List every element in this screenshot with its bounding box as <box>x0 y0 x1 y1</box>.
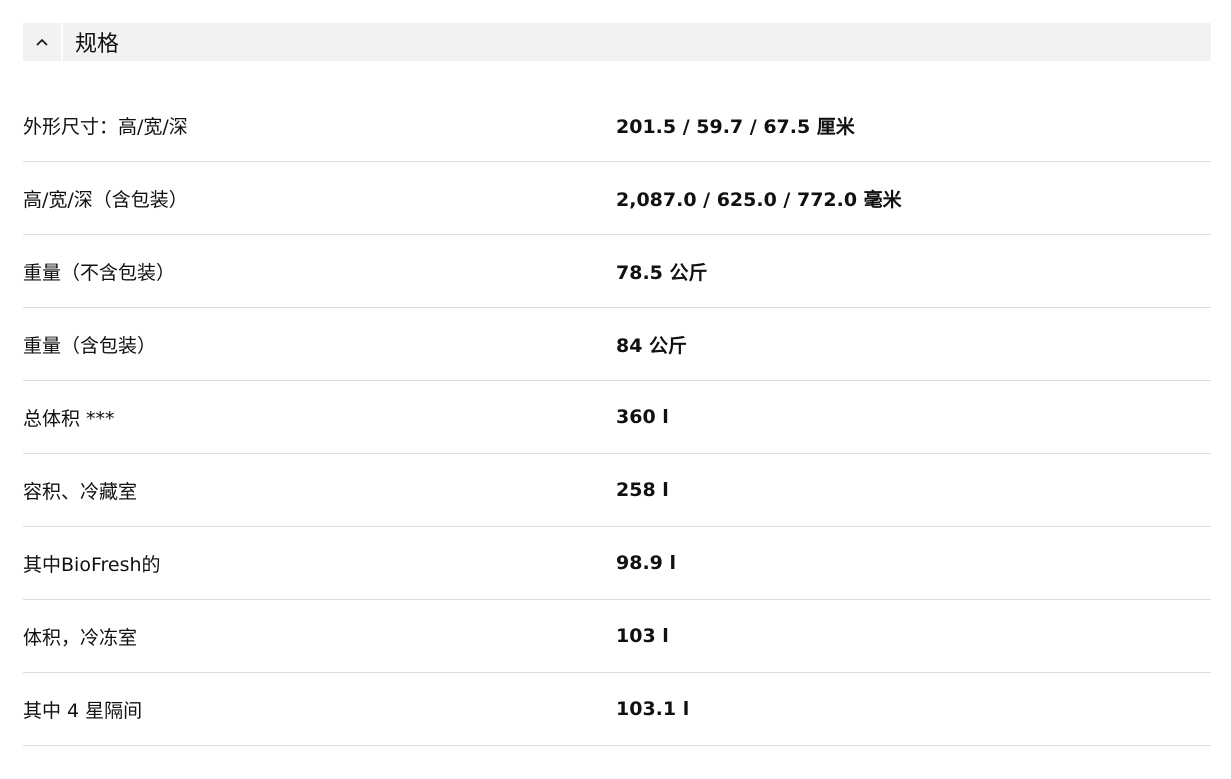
spec-value: 98.9 l <box>616 552 677 574</box>
spec-label: 体积，冷冻室 <box>23 626 138 649</box>
spec-row-dimensions: 外形尺寸：高/宽/深 201.5 / 59.7 / 67.5 厘米 <box>23 89 1211 162</box>
spec-label: 其中BioFresh的 <box>23 553 161 576</box>
spec-label: 容积、冷藏室 <box>23 480 138 503</box>
specifications-header-toggle[interactable]: 规格 <box>23 23 1211 61</box>
spec-label: 总体积 *** <box>23 407 115 430</box>
spec-row-packaged-dimensions: 高/宽/深（含包装） 2,087.0 / 625.0 / 772.0 毫米 <box>23 162 1211 235</box>
spec-list: 外形尺寸：高/宽/深 201.5 / 59.7 / 67.5 厘米 高/宽/深（… <box>23 89 1211 746</box>
chevron-up-icon[interactable] <box>23 23 61 61</box>
spec-row-total-volume: 总体积 *** 360 l <box>23 381 1211 454</box>
spec-row-net-weight: 重量（不含包装） 78.5 公斤 <box>23 235 1211 308</box>
specifications-section: 规格 外形尺寸：高/宽/深 201.5 / 59.7 / 67.5 厘米 高/宽… <box>23 23 1211 746</box>
spec-value: 360 l <box>616 406 669 428</box>
spec-value: 103 l <box>616 625 669 647</box>
spec-row-biofresh-volume: 其中BioFresh的 98.9 l <box>23 527 1211 600</box>
spec-value: 78.5 公斤 <box>616 261 708 284</box>
spec-label: 重量（含包装） <box>23 334 157 357</box>
spec-value: 103.1 l <box>616 698 690 720</box>
spec-row-four-star-volume: 其中 4 星隔间 103.1 l <box>23 673 1211 746</box>
spec-row-gross-weight: 重量（含包装） 84 公斤 <box>23 308 1211 381</box>
spec-label: 重量（不含包装） <box>23 261 176 284</box>
spec-label: 其中 4 星隔间 <box>23 699 143 722</box>
spec-value: 84 公斤 <box>616 334 688 357</box>
spec-row-freezer-volume: 体积，冷冻室 103 l <box>23 600 1211 673</box>
spec-value: 2,087.0 / 625.0 / 772.0 毫米 <box>616 188 902 211</box>
spec-row-fridge-volume: 容积、冷藏室 258 l <box>23 454 1211 527</box>
header-divider <box>61 23 63 61</box>
spec-label: 外形尺寸：高/宽/深 <box>23 115 188 138</box>
section-title: 规格 <box>75 32 120 57</box>
spec-label: 高/宽/深（含包装） <box>23 188 188 211</box>
spec-value: 258 l <box>616 479 669 501</box>
spec-value: 201.5 / 59.7 / 67.5 厘米 <box>616 115 855 138</box>
